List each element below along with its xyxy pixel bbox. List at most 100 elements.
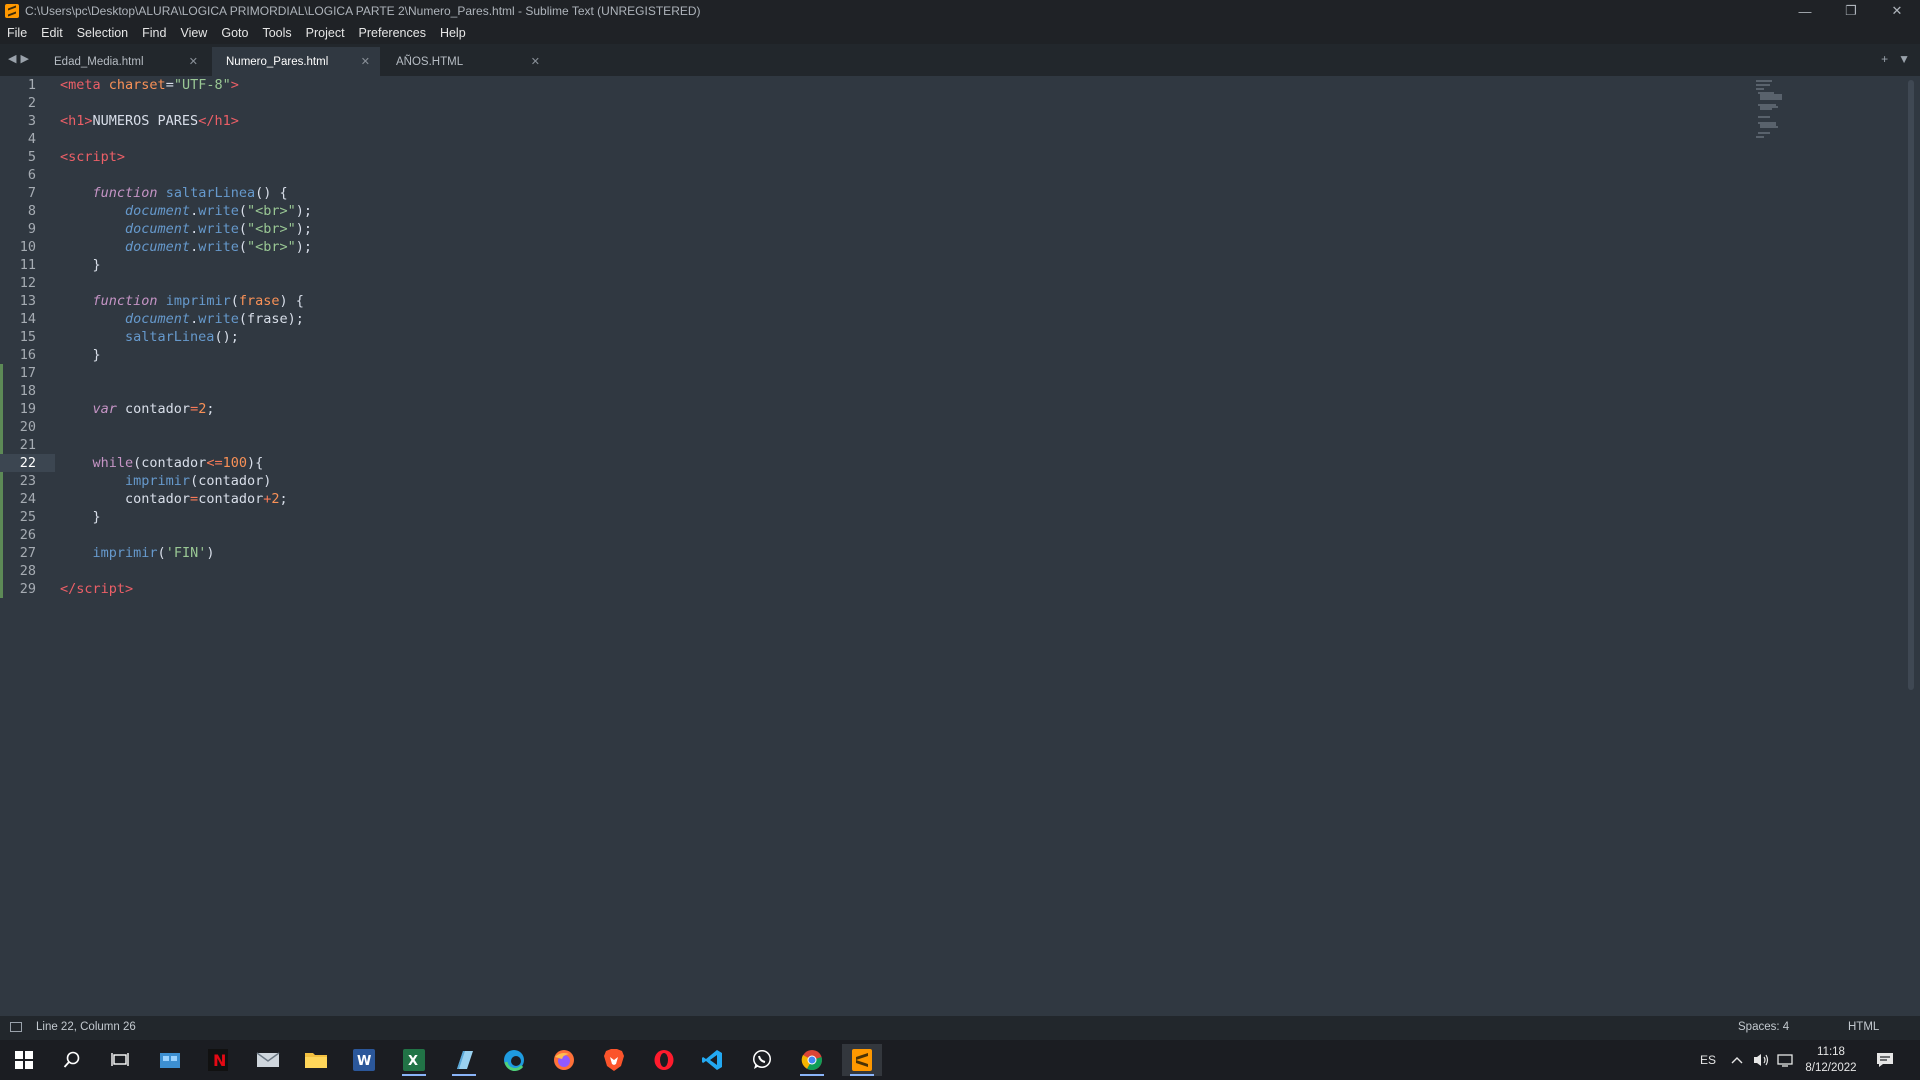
notifications-icon[interactable]	[1876, 1040, 1894, 1080]
tab-label: AÑOS.HTML	[396, 55, 464, 68]
sublime-text-taskbar-icon[interactable]	[842, 1044, 882, 1076]
tab-bar: ◀ ▶ Edad_Media.html ✕ Numero_Pares.html …	[0, 44, 1920, 76]
line-number: 16	[19, 347, 36, 363]
line-number: 29	[19, 581, 36, 597]
line-number: 18	[19, 383, 36, 399]
code-line-13: function imprimir(frase) {	[92, 293, 304, 309]
code-line-10: document.write("<br>");	[125, 239, 313, 255]
code-line-3: <h1>NUMEROS PARES</h1>	[60, 113, 239, 129]
tab-label: Edad_Media.html	[54, 55, 144, 68]
line-number: 4	[27, 131, 36, 147]
edge-browser-icon[interactable]	[494, 1044, 534, 1076]
line-number: 15	[19, 329, 36, 345]
syntax-selector[interactable]: HTML	[1848, 1021, 1879, 1033]
line-number: 7	[27, 185, 36, 201]
menu-file[interactable]: File	[0, 22, 34, 44]
code-line-29: </script>	[60, 581, 134, 597]
line-number: 13	[19, 293, 36, 309]
code-line-1: <meta charset="UTF-8">	[60, 77, 239, 93]
tab-tools: + ▼	[1881, 52, 1910, 66]
input-language[interactable]: ES	[1700, 1040, 1716, 1080]
sublime-app-icon	[5, 4, 19, 18]
tab-next-icon[interactable]: ▶	[20, 52, 28, 65]
close-icon[interactable]: ✕	[189, 55, 198, 68]
tab-anos[interactable]: AÑOS.HTML ✕	[382, 47, 550, 76]
line-number-gutter: 1 2 3 4 5 6 7 8 9 10 11 12 13 14 15 16 17 18 19 20 21 22 23 24 2…	[0, 76, 56, 1016]
code-line-16: }	[60, 347, 101, 363]
task-view-icon[interactable]	[100, 1044, 140, 1076]
netflix-app-icon[interactable]: N	[198, 1044, 238, 1076]
mail-app-icon[interactable]	[248, 1044, 288, 1076]
menu-edit[interactable]: Edit	[34, 22, 70, 44]
panel-toggle-icon[interactable]	[10, 1022, 22, 1032]
code-line-23: imprimir(contador)	[125, 473, 272, 489]
menu-tools[interactable]: Tools	[255, 22, 298, 44]
code-line-15: saltarLinea();	[125, 329, 239, 345]
show-hidden-icons-chevron-up-icon[interactable]	[1730, 1040, 1744, 1080]
indentation-setting[interactable]: Spaces: 4	[1738, 1021, 1789, 1033]
cursor-position: Line 22, Column 26	[36, 1021, 136, 1033]
menu-view[interactable]: View	[173, 22, 214, 44]
line-number: 3	[27, 113, 36, 129]
opera-browser-icon[interactable]	[644, 1044, 684, 1076]
line-number: 11	[19, 257, 36, 273]
line-number: 8	[27, 203, 36, 219]
minimize-button[interactable]: —	[1782, 0, 1828, 22]
volume-icon[interactable]	[1752, 1040, 1770, 1080]
vscode-app-icon[interactable]	[692, 1044, 732, 1076]
code-line-11: }	[60, 257, 101, 273]
code-line-24: contador=contador+2;	[60, 491, 288, 507]
line-number: 25	[19, 509, 36, 525]
windows-start-icon[interactable]	[4, 1044, 44, 1076]
window-controls: — ❐ ✕	[1782, 0, 1920, 22]
close-icon[interactable]: ✕	[361, 55, 370, 68]
menu-preferences[interactable]: Preferences	[352, 22, 433, 44]
line-number: 6	[27, 167, 36, 183]
menu-goto[interactable]: Goto	[214, 22, 255, 44]
brave-browser-icon[interactable]	[594, 1044, 634, 1076]
line-number: 5	[27, 149, 36, 165]
code-line-19: var contador=2;	[92, 401, 215, 417]
search-icon[interactable]	[52, 1044, 92, 1076]
minimap[interactable]	[1756, 80, 1786, 140]
line-number: 24	[19, 491, 36, 507]
word-app-icon[interactable]: W	[344, 1044, 384, 1076]
status-bar: Line 22, Column 26 Spaces: 4 HTML	[0, 1016, 1920, 1040]
close-icon[interactable]: ✕	[531, 55, 540, 68]
windows-taskbar: N W X ES 11:18 8/12/2022	[0, 1040, 1920, 1080]
line-number: 22	[0, 454, 55, 472]
tab-edad-media[interactable]: Edad_Media.html ✕	[40, 47, 208, 76]
code-line-5: <script>	[60, 149, 126, 165]
menu-project[interactable]: Project	[299, 22, 352, 44]
restore-button[interactable]: ❐	[1828, 0, 1874, 22]
window-title: C:\Users\pc\Desktop\ALURA\LOGICA PRIMORD…	[25, 4, 701, 18]
code-line-22: while(contador<=100){	[92, 455, 264, 471]
store-app-icon[interactable]	[150, 1044, 190, 1076]
code-editor[interactable]: 1 2 3 4 5 6 7 8 9 10 11 12 13 14 15 16 17 18 19 20 21 22 23 24 2…	[0, 76, 1920, 1016]
title-bar: C:\Users\pc\Desktop\ALURA\LOGICA PRIMORD…	[0, 0, 1920, 22]
notes-app-icon[interactable]	[444, 1044, 484, 1076]
line-number: 9	[27, 221, 36, 237]
line-number: 10	[19, 239, 36, 255]
close-window-button[interactable]: ✕	[1874, 0, 1920, 22]
menu-find[interactable]: Find	[135, 22, 173, 44]
new-tab-icon[interactable]: +	[1881, 52, 1888, 66]
menu-bar: File Edit Selection Find View Goto Tools…	[0, 22, 1920, 44]
code-line-14: document.write(frase);	[125, 311, 304, 327]
chrome-browser-icon[interactable]	[792, 1044, 832, 1076]
tab-numero-pares[interactable]: Numero_Pares.html ✕	[212, 47, 380, 76]
code-line-25: }	[60, 509, 101, 525]
svg-text:W: W	[357, 1054, 371, 1069]
system-clock[interactable]: 11:18 8/12/2022	[1786, 1044, 1876, 1076]
tab-prev-icon[interactable]: ◀	[8, 52, 16, 65]
menu-help[interactable]: Help	[433, 22, 473, 44]
excel-app-icon[interactable]: X	[394, 1044, 434, 1076]
line-number: 23	[19, 473, 36, 489]
whatsapp-app-icon[interactable]	[742, 1044, 782, 1076]
file-explorer-icon[interactable]	[296, 1044, 336, 1076]
menu-selection[interactable]: Selection	[70, 22, 135, 44]
tab-list-chevron-down-icon[interactable]: ▼	[1898, 52, 1910, 66]
line-number: 12	[19, 275, 36, 291]
firefox-browser-icon[interactable]	[544, 1044, 584, 1076]
vertical-scrollbar[interactable]	[1908, 80, 1914, 690]
